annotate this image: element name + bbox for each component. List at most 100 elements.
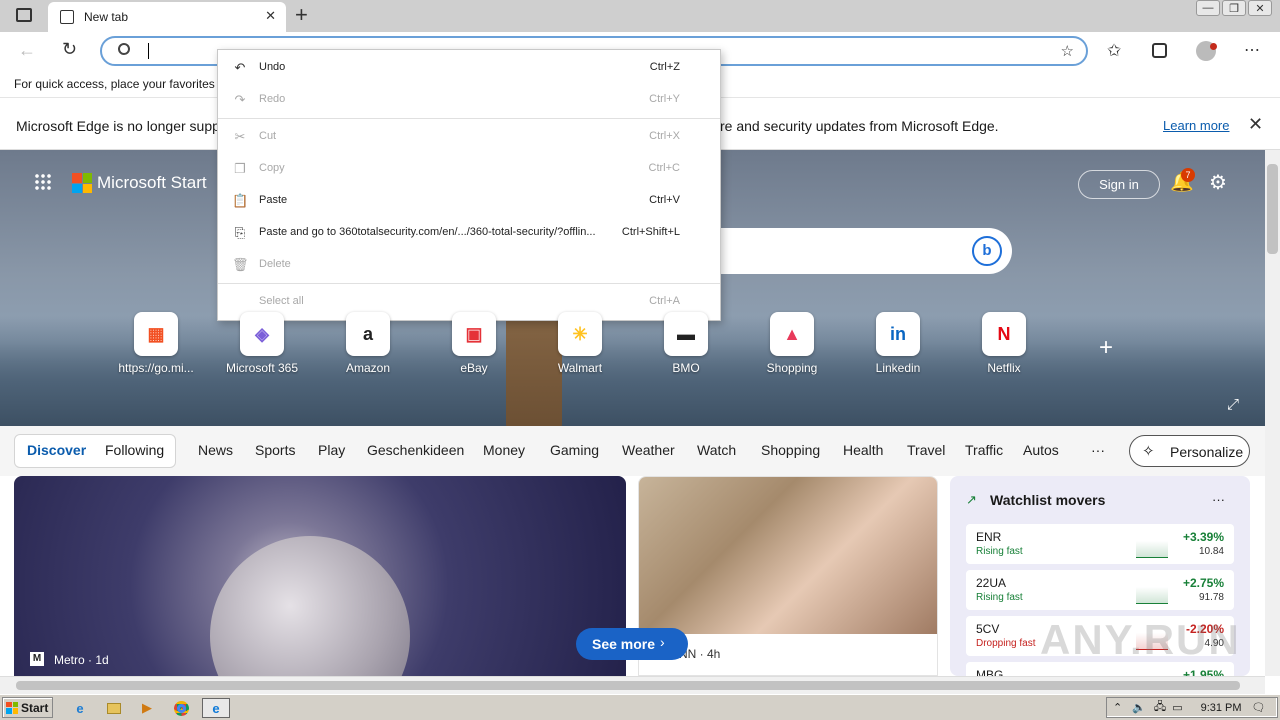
tray-expand-icon[interactable]: ⌃ (1113, 701, 1122, 714)
watchlist-row[interactable]: MBG +1.95% (966, 662, 1234, 676)
tab-new-tab[interactable]: New tab ✕ (48, 2, 286, 32)
see-more-button[interactable]: See more › (576, 628, 688, 660)
notification-icon[interactable]: 🗨 (1252, 701, 1266, 714)
nav-item-shopping[interactable]: Shopping (761, 442, 820, 458)
nav-item-watch[interactable]: Watch (697, 442, 736, 458)
news-card-image (639, 477, 937, 634)
menu-item-paste[interactable]: ⎘ Paste and go to 360totalsecurity.com/en… (218, 218, 720, 248)
quick-link-icon: ▬ (677, 323, 695, 344)
nav-item-news[interactable]: News (198, 442, 233, 458)
menu-item-delete[interactable]: 🗑 Delete (218, 250, 720, 280)
quick-link-label[interactable]: Netflix (949, 361, 1059, 375)
quick-link-label[interactable]: Microsoft 365 (207, 361, 317, 375)
minimize-button[interactable]: — (1196, 0, 1220, 16)
quick-link-label[interactable]: Linkedin (843, 361, 953, 375)
quick-link-tile-0[interactable]: ▦ (134, 312, 178, 356)
menu-item-cut[interactable]: ✂ Cut Ctrl+X (218, 122, 720, 152)
stock-status: Rising fast (976, 592, 1023, 603)
nav-item-traffic[interactable]: Traffic (965, 442, 1003, 458)
quick-link-label[interactable]: BMO (631, 361, 741, 375)
nav-item-money[interactable]: Money (483, 442, 525, 458)
feature-card[interactable]: M Metro · 1d (14, 476, 626, 676)
stock-status: Dropping fast (976, 638, 1036, 649)
watchlist-row[interactable]: 22UA Rising fast +2.75% 91.78 (966, 570, 1234, 610)
quick-link-tile-7[interactable]: in (876, 312, 920, 356)
collections-icon[interactable] (1152, 43, 1167, 58)
favorites-icon[interactable]: ✩ (1107, 41, 1121, 61)
menu-item-paste[interactable]: 📋 Paste Ctrl+V (218, 186, 720, 216)
menu-item-redo[interactable]: ↷ Redo Ctrl+Y (218, 85, 720, 115)
quick-link-tile-4[interactable]: ✳ (558, 312, 602, 356)
expand-hero-icon[interactable]: ⤢ (1227, 396, 1239, 413)
quick-link-icon: ◈ (255, 323, 269, 344)
copy-icon: ❐ (234, 161, 246, 176)
infobar-close-icon[interactable]: ✕ (1248, 114, 1263, 135)
page-settings-gear-icon[interactable]: ⚙ (1209, 170, 1227, 195)
sign-in-button[interactable]: Sign in (1078, 170, 1160, 199)
nav-item-health[interactable]: Health (843, 442, 883, 458)
folder-icon[interactable] (104, 698, 124, 718)
add-favorite-icon[interactable]: ☆ (1061, 42, 1074, 60)
quick-link-label[interactable]: eBay (419, 361, 529, 375)
quick-link-tile-6[interactable]: ▲ (770, 312, 814, 356)
watchlist-menu-icon[interactable]: ··· (1212, 492, 1225, 507)
nav-item-gaming[interactable]: Gaming (550, 442, 599, 458)
nav-more-icon[interactable]: ··· (1091, 442, 1105, 458)
windows-logo-icon (6, 701, 18, 714)
menu-item-undo[interactable]: ↶ Undo Ctrl+Z (218, 53, 720, 83)
watchlist-row[interactable]: ENR Rising fast +3.39% 10.84 (966, 524, 1234, 564)
nav-item-weather[interactable]: Weather (622, 442, 675, 458)
tab-following[interactable]: Following (105, 442, 164, 458)
refresh-icon[interactable]: ↻ (62, 39, 77, 60)
quick-link-tile-5[interactable]: ▬ (664, 312, 708, 356)
quick-link-tile-1[interactable]: ◈ (240, 312, 284, 356)
horizontal-scrollbar[interactable] (0, 676, 1265, 694)
quick-link-label[interactable]: Amazon (313, 361, 423, 375)
add-tile-button[interactable]: + (1099, 334, 1113, 362)
tab-discover[interactable]: Discover (27, 442, 86, 458)
network-icon[interactable]: 🖧 (1154, 698, 1166, 717)
new-tab-button[interactable]: + (295, 2, 308, 28)
stock-status: Rising fast (976, 546, 1023, 557)
menu-separator (218, 283, 720, 284)
apps-grid-icon[interactable] (34, 173, 52, 191)
nav-item-geschenkideen[interactable]: Geschenkideen (367, 442, 464, 458)
media-player-icon[interactable]: ▶ (137, 698, 157, 718)
ie-icon[interactable]: e (70, 698, 90, 718)
watchlist-title: Watchlist movers (990, 492, 1106, 508)
quick-link-label[interactable]: Walmart (525, 361, 635, 375)
edge-taskbar-icon[interactable]: e (202, 698, 230, 718)
quick-link-tile-3[interactable]: ▣ (452, 312, 496, 356)
chrome-icon[interactable] (171, 698, 191, 718)
settings-more-icon[interactable]: ⋯ (1244, 40, 1260, 60)
tab-close-icon[interactable]: ✕ (265, 8, 276, 24)
nav-item-sports[interactable]: Sports (255, 442, 295, 458)
action-center-icon[interactable]: ▭ (1172, 701, 1182, 714)
quick-link-tile-2[interactable]: a (346, 312, 390, 356)
menu-item-copy[interactable]: ❐ Copy Ctrl+C (218, 154, 720, 184)
quick-link-label[interactable]: Shopping (737, 361, 847, 375)
brand-title[interactable]: Microsoft Start (97, 173, 207, 193)
horizontal-scroll-thumb[interactable] (16, 681, 1240, 690)
back-icon[interactable]: ← (18, 40, 36, 61)
nav-item-travel[interactable]: Travel (907, 442, 945, 458)
favorites-bar-text: For quick access, place your favorites h (14, 77, 225, 91)
vertical-scroll-thumb[interactable] (1267, 164, 1278, 254)
quick-link-label[interactable]: https://go.mi... (101, 361, 211, 375)
learn-more-link[interactable]: Learn more (1163, 118, 1229, 133)
web-search-box[interactable] (700, 228, 1012, 274)
nav-item-play[interactable]: Play (318, 442, 345, 458)
bing-chat-icon[interactable]: b (972, 236, 1002, 266)
menu-item-label: Undo (259, 61, 286, 73)
personalize-button[interactable]: ✧ Personalize (1129, 435, 1250, 467)
stock-change: +3.39% (1182, 530, 1224, 544)
vertical-scrollbar[interactable] (1265, 150, 1280, 676)
quick-link-tile-8[interactable]: N (982, 312, 1026, 356)
volume-icon[interactable]: 🔈 (1132, 701, 1146, 714)
address-input[interactable] (148, 43, 149, 59)
maximize-button[interactable]: ❐ (1222, 0, 1246, 16)
nav-item-autos[interactable]: Autos (1023, 442, 1059, 458)
close-window-button[interactable]: ✕ (1248, 0, 1272, 16)
tab-actions-icon[interactable] (16, 8, 32, 22)
start-button[interactable]: Start (2, 697, 53, 718)
